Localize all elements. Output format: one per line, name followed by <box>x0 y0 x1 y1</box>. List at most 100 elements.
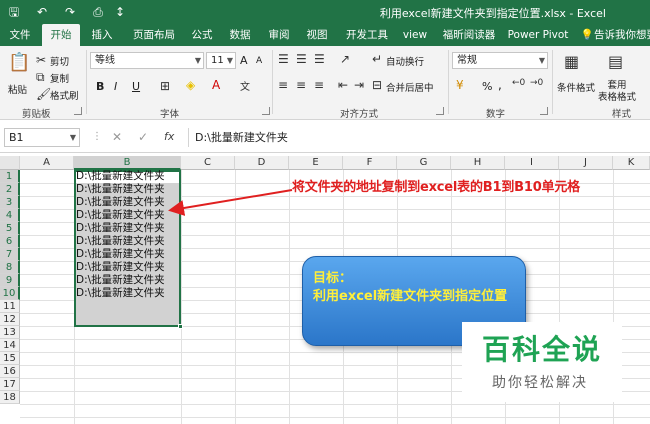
indent-increase-icon[interactable]: ⇥ <box>354 78 364 92</box>
conditional-format-button[interactable]: 条件格式 <box>557 80 595 94</box>
column-header-i[interactable]: I <box>505 156 559 170</box>
cell-b4[interactable]: D:\批量新建文件夹 <box>76 209 180 222</box>
paste-button[interactable]: 粘贴 <box>8 82 27 96</box>
row-header-15[interactable]: 15 <box>0 352 20 365</box>
cell-b2[interactable]: D:\批量新建文件夹 <box>76 183 180 196</box>
align-top-icon[interactable]: ☰ <box>278 52 289 66</box>
tab-insert[interactable]: 插入 <box>84 24 120 46</box>
sort-icon[interactable]: ↕ <box>112 4 128 20</box>
row-header-5[interactable]: 5 <box>0 222 20 235</box>
formula-input[interactable]: D:\批量新建文件夹 <box>188 128 646 147</box>
cancel-icon[interactable]: ✕ <box>112 130 122 144</box>
tab-page-layout[interactable]: 页面布局 <box>126 24 182 46</box>
cell-b1[interactable]: D:\批量新建文件夹 <box>76 170 180 183</box>
cell-b10[interactable]: D:\批量新建文件夹 <box>76 287 180 300</box>
cell-b3[interactable]: D:\批量新建文件夹 <box>76 196 180 209</box>
row-header-12[interactable]: 12 <box>0 313 20 326</box>
tab-formulas[interactable]: 公式 <box>184 24 220 46</box>
row-header-7[interactable]: 7 <box>0 248 20 261</box>
row-header-8[interactable]: 8 <box>0 261 20 274</box>
row-header-10[interactable]: 10 <box>0 287 20 300</box>
font-launcher-icon[interactable] <box>262 107 270 115</box>
row-header-11[interactable]: 11 <box>0 300 20 313</box>
redo-icon[interactable]: ↷ <box>62 4 78 20</box>
row-header-13[interactable]: 13 <box>0 326 20 339</box>
row-header-1[interactable]: 1 <box>0 170 20 183</box>
chevron-down-icon[interactable]: ▼ <box>70 129 76 146</box>
number-launcher-icon[interactable] <box>540 107 548 115</box>
comma-button[interactable]: , <box>498 78 502 92</box>
row-header-2[interactable]: 2 <box>0 183 20 196</box>
decrease-decimal-icon[interactable]: →0 <box>530 78 543 88</box>
bold-button[interactable]: B <box>96 80 104 93</box>
column-header-e[interactable]: E <box>289 156 343 170</box>
tab-foxit-reader[interactable]: 福昕阅读器 <box>438 24 500 46</box>
cell-b6[interactable]: D:\批量新建文件夹 <box>76 235 180 248</box>
indent-decrease-icon[interactable]: ⇤ <box>338 78 348 92</box>
phonetic-icon[interactable]: 文 <box>240 78 250 93</box>
tab-data[interactable]: 数据 <box>222 24 258 46</box>
underline-button[interactable]: U <box>132 80 140 93</box>
align-bottom-icon[interactable]: ☰ <box>314 52 325 66</box>
tab-review[interactable]: 审阅 <box>262 24 296 46</box>
format-painter-button[interactable]: 格式刷 <box>50 88 79 102</box>
column-header-h[interactable]: H <box>451 156 505 170</box>
tell-me-search[interactable]: 告诉我你想要 <box>594 24 650 46</box>
italic-button[interactable]: I <box>114 80 117 93</box>
number-format-combo[interactable]: 常规 ▼ <box>452 52 548 69</box>
tab-developer[interactable]: 开发工具 <box>340 24 394 46</box>
percent-button[interactable]: % <box>482 80 492 93</box>
fill-color-icon[interactable]: ◈ <box>186 78 195 92</box>
align-left-icon[interactable]: ≡ <box>278 78 288 92</box>
align-center-icon[interactable]: ≡ <box>296 78 306 92</box>
cell-b8[interactable]: D:\批量新建文件夹 <box>76 261 180 274</box>
font-color-icon[interactable]: A <box>212 78 220 92</box>
format-as-table-button[interactable]: 套用 表格格式 <box>598 80 636 104</box>
select-all-corner[interactable] <box>0 156 20 170</box>
undo-icon[interactable]: ↶ <box>34 4 50 20</box>
shrink-font-button[interactable]: A <box>256 56 262 66</box>
borders-icon[interactable]: ⊞ <box>160 79 170 93</box>
alignment-launcher-icon[interactable] <box>436 107 444 115</box>
column-header-j[interactable]: J <box>559 156 613 170</box>
align-right-icon[interactable]: ≡ <box>314 78 324 92</box>
copy-button[interactable]: 复制 <box>50 71 69 85</box>
row-header-6[interactable]: 6 <box>0 235 20 248</box>
fill-handle[interactable] <box>178 324 183 329</box>
column-header-c[interactable]: C <box>181 156 235 170</box>
name-box[interactable]: B1 ▼ <box>4 128 80 147</box>
clipboard-launcher-icon[interactable] <box>74 107 82 115</box>
tab-power-pivot[interactable]: Power Pivot <box>506 24 570 46</box>
cell-b9[interactable]: D:\批量新建文件夹 <box>76 274 180 287</box>
orientation-icon[interactable]: ↗ <box>340 52 350 66</box>
cell-b7[interactable]: D:\批量新建文件夹 <box>76 248 180 261</box>
column-header-f[interactable]: F <box>343 156 397 170</box>
grow-font-button[interactable]: A <box>240 54 248 67</box>
print-preview-icon[interactable]: ⎙ <box>90 4 106 20</box>
merge-center-button[interactable]: 合并后居中 <box>386 80 434 94</box>
font-name-combo[interactable]: 等线 ▼ <box>90 52 204 69</box>
column-header-k[interactable]: K <box>613 156 650 170</box>
increase-decimal-icon[interactable]: ←0 <box>512 78 525 88</box>
insert-function-icon[interactable]: fx <box>164 130 174 143</box>
currency-icon[interactable]: ¥ <box>456 78 464 92</box>
column-header-b[interactable]: B <box>74 156 181 170</box>
tab-home[interactable]: 开始 <box>42 24 80 46</box>
column-header-d[interactable]: D <box>235 156 289 170</box>
row-header-9[interactable]: 9 <box>0 274 20 287</box>
enter-icon[interactable]: ✓ <box>138 130 148 144</box>
font-size-combo[interactable]: 11 ▼ <box>206 52 236 69</box>
column-header-g[interactable]: G <box>397 156 451 170</box>
save-icon[interactable]: 🖫 <box>6 4 22 20</box>
tab-view-addin[interactable]: view <box>398 24 432 46</box>
row-header-17[interactable]: 17 <box>0 378 20 391</box>
wrap-text-button[interactable]: 自动换行 <box>386 54 424 68</box>
tab-file[interactable]: 文件 <box>4 24 36 46</box>
column-header-a[interactable]: A <box>20 156 74 170</box>
paste-icon[interactable]: 📋 <box>8 52 30 78</box>
row-header-4[interactable]: 4 <box>0 209 20 222</box>
cell-b5[interactable]: D:\批量新建文件夹 <box>76 222 180 235</box>
tab-view[interactable]: 视图 <box>300 24 334 46</box>
row-header-3[interactable]: 3 <box>0 196 20 209</box>
row-header-18[interactable]: 18 <box>0 391 20 404</box>
